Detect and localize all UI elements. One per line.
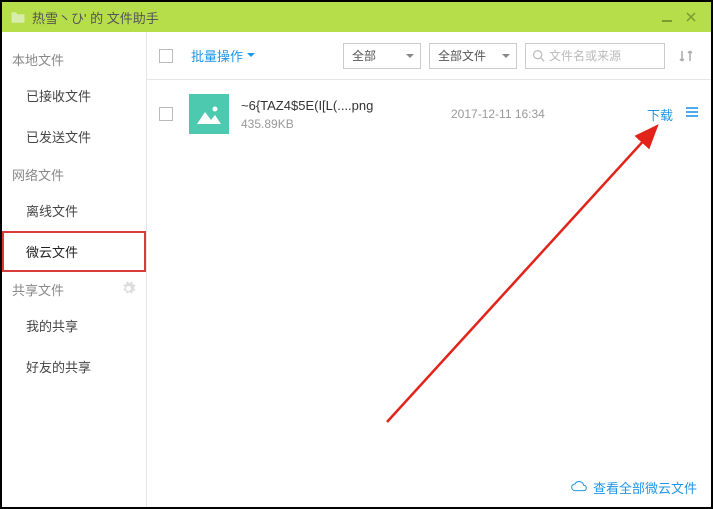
- file-info: ~6{TAZ4$5E(I[L(....png 435.89KB: [241, 98, 451, 131]
- sidebar-item-sent[interactable]: 已发送文件: [2, 116, 146, 157]
- image-icon: [197, 104, 221, 124]
- caret-down-icon: [247, 53, 255, 61]
- sidebar-item-received[interactable]: 已接收文件: [2, 75, 146, 116]
- folder-icon: [10, 11, 26, 24]
- sidebar-section-local: 本地文件: [2, 42, 146, 75]
- titlebar: 热雪丶ひ' 的 文件助手: [2, 2, 711, 32]
- sidebar-item-friendshare[interactable]: 好友的共享: [2, 346, 146, 387]
- sidebar-item-weiyun[interactable]: 微云文件: [2, 231, 146, 272]
- filter-type-select[interactable]: 全部: [343, 43, 421, 69]
- download-button[interactable]: 下载: [647, 105, 673, 124]
- footer: 查看全部微云文件: [571, 478, 697, 497]
- search-icon: [532, 49, 545, 62]
- file-row[interactable]: ~6{TAZ4$5E(I[L(....png 435.89KB 2017-12-…: [147, 80, 711, 148]
- file-size: 435.89KB: [241, 117, 451, 131]
- minimize-button[interactable]: [655, 2, 679, 32]
- annotation-arrow: [377, 112, 677, 432]
- sidebar-item-myshare[interactable]: 我的共享: [2, 305, 146, 346]
- close-button[interactable]: [679, 2, 703, 32]
- gear-icon[interactable]: [121, 281, 136, 299]
- file-thumbnail: [189, 94, 229, 134]
- sidebar-section-shared: 共享文件: [2, 272, 146, 305]
- window-title: 热雪丶ひ' 的 文件助手: [32, 8, 159, 27]
- sidebar-section-network: 网络文件: [2, 157, 146, 190]
- file-checkbox[interactable]: [159, 107, 173, 121]
- sort-button[interactable]: [673, 43, 699, 69]
- search-input[interactable]: [549, 49, 658, 63]
- sidebar: 本地文件 已接收文件 已发送文件 网络文件 离线文件 微云文件 共享文件 我的共…: [2, 32, 147, 507]
- main-panel: 批量操作 全部 全部文件 ~6{TAZ4$5: [147, 32, 711, 507]
- view-all-link[interactable]: 查看全部微云文件: [593, 478, 697, 497]
- menu-icon[interactable]: [685, 105, 699, 123]
- search-input-wrapper[interactable]: [525, 43, 665, 69]
- file-date: 2017-12-11 16:34: [451, 107, 647, 121]
- sidebar-item-offline[interactable]: 离线文件: [2, 190, 146, 231]
- file-name: ~6{TAZ4$5E(I[L(....png: [241, 98, 451, 113]
- toolbar: 批量操作 全部 全部文件: [147, 32, 711, 80]
- cloud-icon: [571, 479, 587, 497]
- select-all-checkbox[interactable]: [159, 49, 173, 63]
- filter-scope-select[interactable]: 全部文件: [429, 43, 517, 69]
- batch-operations-button[interactable]: 批量操作: [191, 46, 255, 65]
